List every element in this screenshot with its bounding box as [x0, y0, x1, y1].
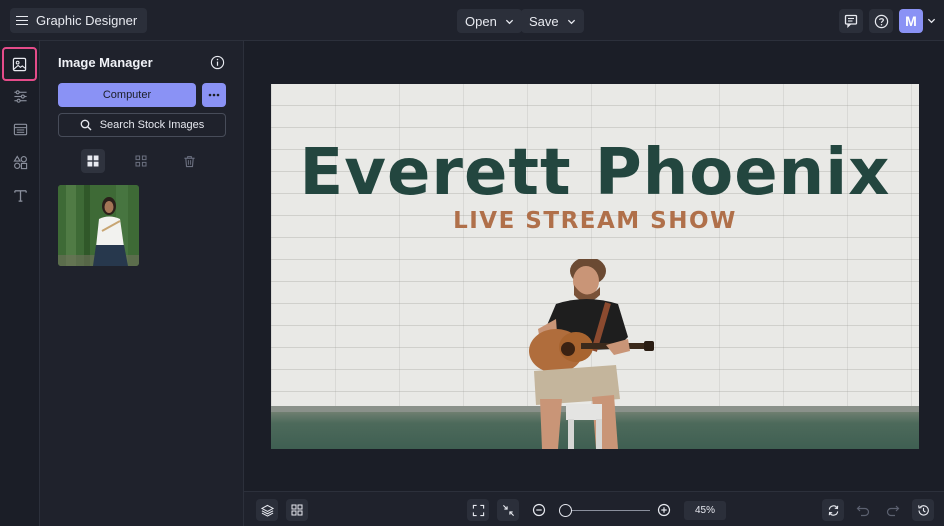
upload-computer-button[interactable]: Computer: [58, 83, 196, 107]
zoom-slider-handle[interactable]: [559, 504, 572, 517]
chevron-down-icon[interactable]: [927, 16, 936, 25]
open-dropdown[interactable]: Open: [457, 9, 522, 33]
layers-button[interactable]: [256, 499, 278, 521]
collapse-icon: [502, 504, 514, 516]
tool-rail: [0, 41, 40, 526]
help-icon: [874, 14, 888, 28]
layout-icon: [13, 123, 27, 135]
text-icon: [13, 189, 27, 202]
help-button[interactable]: [869, 9, 893, 33]
large-grid-view-button[interactable]: [81, 149, 105, 173]
woman-photo: [58, 185, 139, 266]
undo-icon: [856, 505, 870, 517]
open-label: Open: [465, 13, 497, 29]
design-canvas[interactable]: Everett Phoenix LIVE STREAM SHOW: [271, 84, 919, 449]
app-window: Graphic Designer Open Save M Image Manag…: [0, 0, 944, 526]
info-icon[interactable]: [210, 55, 225, 70]
delete-image-button[interactable]: [177, 149, 201, 173]
large-grid-icon: [87, 155, 99, 167]
sync-button[interactable]: [822, 499, 844, 521]
rail-item-shapes[interactable]: [7, 149, 33, 175]
app-title: Graphic Designer: [36, 13, 138, 28]
design-subtitle[interactable]: LIVE STREAM SHOW: [271, 208, 919, 234]
chevron-down-icon: [505, 19, 513, 24]
save-dropdown[interactable]: Save: [521, 9, 584, 33]
small-grid-view-button[interactable]: [129, 149, 153, 173]
small-grid-icon: [135, 155, 147, 167]
zoom-level[interactable]: 45%: [684, 501, 726, 520]
refresh-icon: [828, 504, 838, 516]
rail-item-adjust[interactable]: [7, 83, 33, 109]
rail-item-layout[interactable]: [7, 116, 33, 142]
history-icon: [917, 504, 929, 516]
save-label: Save: [529, 13, 559, 29]
design-title[interactable]: Everett Phoenix: [271, 136, 919, 210]
undo-button[interactable]: [852, 499, 874, 521]
search-stock-images-button[interactable]: Search Stock Images: [58, 113, 226, 137]
actual-size-button[interactable]: [497, 499, 519, 521]
zoom-in-button[interactable]: [653, 499, 675, 521]
grid-icon: [291, 504, 303, 516]
musician-photo[interactable]: [496, 259, 696, 449]
redo-button[interactable]: [882, 499, 904, 521]
shapes-icon: [12, 154, 27, 169]
user-avatar[interactable]: M: [899, 9, 923, 33]
comment-icon: [844, 14, 858, 28]
hamburger-icon: [16, 15, 28, 26]
rail-item-text[interactable]: [7, 182, 33, 208]
zoom-out-button[interactable]: [528, 499, 550, 521]
layers-icon: [260, 504, 274, 517]
zoom-out-icon: [532, 503, 546, 517]
search-icon: [80, 119, 92, 131]
bottom-toolbar: 45%: [244, 491, 944, 526]
zoom-slider-track[interactable]: [562, 510, 650, 511]
fit-to-screen-button[interactable]: [467, 499, 489, 521]
redo-icon: [886, 505, 900, 517]
search-stock-label: Search Stock Images: [99, 119, 205, 131]
more-options-button[interactable]: [202, 83, 226, 107]
main-menu-button[interactable]: Graphic Designer: [10, 8, 148, 33]
grid-button[interactable]: [286, 499, 308, 521]
image-manager-panel: Image Manager Computer Search Stock Imag…: [40, 41, 244, 526]
chevron-down-icon: [567, 19, 575, 24]
trash-icon: [183, 155, 195, 167]
zoom-in-icon: [657, 503, 671, 517]
feedback-button[interactable]: [839, 9, 863, 33]
top-bar: Graphic Designer Open Save M: [0, 0, 944, 41]
expand-icon: [472, 504, 484, 516]
panel-title: Image Manager: [58, 55, 153, 70]
image-icon: [12, 57, 27, 71]
sliders-icon: [13, 89, 27, 103]
canvas-workspace: Everett Phoenix LIVE STREAM SHOW: [244, 41, 944, 491]
history-button[interactable]: [912, 499, 934, 521]
image-thumbnail[interactable]: [58, 185, 139, 266]
rail-item-images[interactable]: [2, 47, 37, 81]
more-icon: [208, 93, 220, 97]
